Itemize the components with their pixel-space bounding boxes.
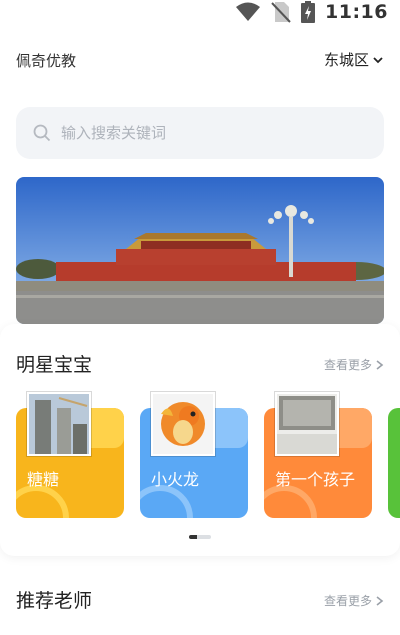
- chevron-down-icon: [373, 56, 383, 63]
- banner-photo: [16, 177, 384, 324]
- see-more-button[interactable]: 查看更多: [324, 592, 384, 609]
- carousel-dot: [197, 535, 211, 539]
- baby-name: 小火龙: [151, 470, 200, 489]
- star-babies-header: 明星宝宝 查看更多: [16, 350, 384, 378]
- banner-image[interactable]: [16, 177, 384, 324]
- location-selector[interactable]: 东城区: [324, 49, 384, 70]
- battery-charging-icon: [301, 1, 316, 23]
- baby-photo: [27, 392, 91, 456]
- star-babies-section: 明星宝宝 查看更多 糖糖 小火龙 第一个孩子: [0, 324, 400, 556]
- header: 佩奇优教 东城区: [16, 48, 384, 74]
- chevron-right-icon: [376, 359, 384, 370]
- search-bar[interactable]: [16, 107, 384, 159]
- no-sim-icon: [271, 2, 291, 23]
- app-name: 佩奇优教: [16, 52, 77, 70]
- section-title: 推荐老师: [16, 590, 93, 612]
- status-time: 11:16: [325, 1, 388, 23]
- baby-name: 第一个孩子: [275, 470, 356, 489]
- carousel-indicator: [189, 535, 211, 539]
- recommended-teachers-header: 推荐老师 查看更多: [16, 586, 384, 616]
- search-icon: [33, 124, 51, 142]
- location-label: 东城区: [323, 51, 369, 69]
- status-icons: 11:16: [235, 1, 388, 23]
- search-input[interactable]: [61, 124, 351, 142]
- status-bar: 11:16: [0, 0, 400, 26]
- see-more-label: 查看更多: [323, 594, 372, 608]
- see-more-button[interactable]: 查看更多: [324, 356, 384, 373]
- section-title: 明星宝宝: [16, 354, 93, 376]
- baby-name: 糖糖: [27, 470, 60, 489]
- chevron-right-icon: [376, 595, 384, 606]
- baby-card[interactable]: [388, 408, 400, 518]
- carousel-dot-active: [189, 535, 197, 539]
- baby-photo: [275, 392, 339, 456]
- wifi-icon: [236, 2, 261, 21]
- baby-photo: [151, 392, 215, 456]
- see-more-label: 查看更多: [323, 358, 372, 372]
